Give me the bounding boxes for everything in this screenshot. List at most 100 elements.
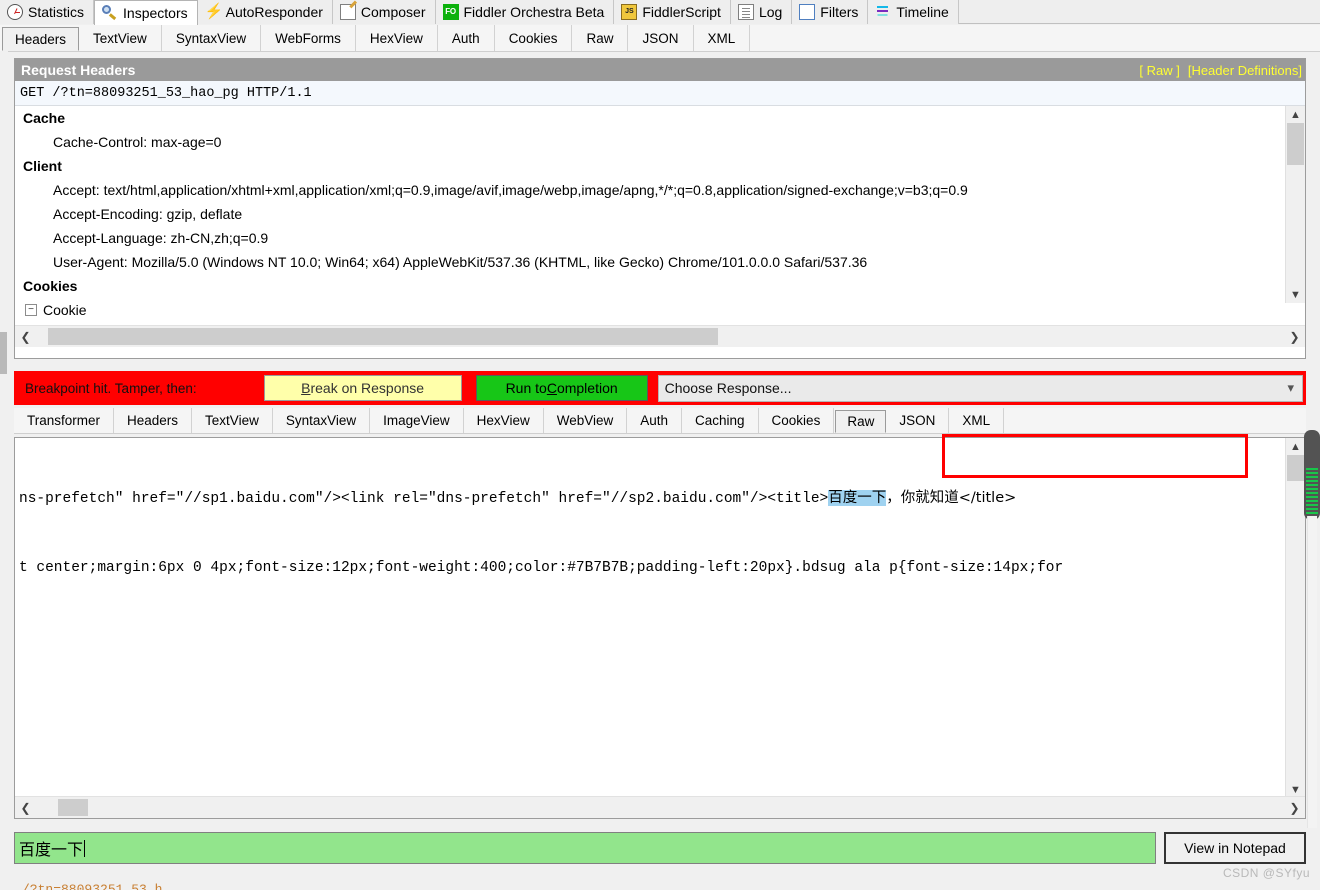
tab-label: Auth (451, 30, 480, 46)
run-to-completion-button[interactable]: Run to Completion (475, 375, 648, 401)
request-tab-hexview[interactable]: HexView (356, 25, 438, 51)
response-tab-hexview[interactable]: HexView (464, 408, 544, 433)
header-cache-control: Cache-Control: max-age=0 (53, 134, 222, 150)
response-vertical-scrollbar[interactable]: ▲ ▼ (1285, 438, 1305, 798)
choose-response-dropdown[interactable]: Choose Response... ▾ (657, 374, 1303, 402)
main-tab-inspectors[interactable]: Inspectors (94, 0, 198, 25)
request-tab-xml[interactable]: XML (694, 25, 751, 51)
main-tab-filters[interactable]: Filters (792, 0, 869, 24)
header-group-cache: Cache (23, 110, 66, 126)
main-tab-autoresponder[interactable]: ⚡ AutoResponder (197, 0, 333, 24)
scroll-right-icon[interactable]: ❯ (1284, 801, 1305, 815)
request-tab-raw[interactable]: Raw (572, 25, 629, 51)
scroll-up-icon[interactable]: ▲ (1286, 438, 1305, 455)
main-tab-fiddler-orchestra[interactable]: FO Fiddler Orchestra Beta (435, 0, 615, 24)
tab-label: Headers (15, 31, 67, 47)
response-tab-raw[interactable]: Raw (835, 410, 887, 433)
response-tab-webview[interactable]: WebView (544, 408, 628, 433)
response-value-input[interactable]: 百度一下 (14, 832, 1156, 864)
response-tab-headers[interactable]: Headers (114, 408, 193, 433)
main-tab-composer[interactable]: Composer (332, 0, 436, 24)
main-tab-strip-filler (958, 0, 1320, 24)
tab-label: WebForms (275, 30, 341, 46)
response-tab-xml[interactable]: XML (949, 408, 1005, 433)
request-tab-auth[interactable]: Auth (438, 25, 495, 51)
response-horizontal-scrollbar[interactable]: ❮ ❯ (15, 796, 1305, 818)
watermark: CSDN @SYfyu (1222, 866, 1310, 880)
outer-scrollbar-track[interactable] (1307, 516, 1317, 828)
scroll-up-icon[interactable]: ▲ (1286, 106, 1305, 123)
response-tab-cookies[interactable]: Cookies (759, 408, 835, 433)
tab-label: Raw (847, 414, 875, 429)
tab-label: Transformer (27, 413, 101, 428)
response-tab-textview[interactable]: TextView (192, 408, 273, 433)
tree-collapse-icon[interactable]: − (25, 304, 37, 316)
scroll-left-icon[interactable]: ❮ (15, 801, 36, 815)
request-hscroll-thumb[interactable] (48, 328, 718, 345)
text-caret (84, 839, 86, 857)
main-tab-log[interactable]: Log (730, 0, 793, 24)
response-tab-syntaxview[interactable]: SyntaxView (273, 408, 371, 433)
main-tab-statistics[interactable]: Statistics (0, 0, 95, 24)
request-tab-textview[interactable]: TextView (79, 25, 162, 51)
response-tab-json[interactable]: JSON (886, 408, 950, 433)
request-scroll-thumb[interactable] (1287, 123, 1304, 165)
request-tab-cookies[interactable]: Cookies (495, 25, 573, 51)
fo-badge-icon: FO (442, 4, 459, 20)
response-hscroll-thumb[interactable] (58, 799, 88, 816)
response-tab-imageview[interactable]: ImageView (370, 408, 464, 433)
request-tab-webforms[interactable]: WebForms (261, 25, 356, 51)
chevron-down-icon[interactable]: ▾ (1287, 380, 1294, 396)
outer-scrollbar-stripes (1306, 468, 1318, 516)
scroll-right-icon[interactable]: ❯ (1284, 330, 1305, 344)
choose-response-value: Choose Response... (664, 380, 792, 396)
tab-label: SyntaxView (285, 413, 357, 428)
raw-link[interactable]: [ Raw ] (1139, 63, 1179, 78)
response-tab-caching[interactable]: Caching (682, 408, 759, 433)
header-definitions-link[interactable]: [Header Definitions] (1188, 63, 1302, 78)
outer-scrollbar-thumb[interactable] (1304, 430, 1320, 520)
response-hscroll-track[interactable] (36, 798, 1284, 817)
magnifier-icon (102, 5, 118, 21)
response-line-1-suffix: ，你就知道</title> (886, 490, 1017, 506)
response-tab-auth[interactable]: Auth (627, 408, 683, 433)
request-horizontal-scrollbar[interactable]: ❮ ❯ (15, 325, 1305, 347)
main-tab-fiddlerscript[interactable]: JS FiddlerScript (614, 0, 731, 24)
request-headers-tree[interactable]: Cache Cache-Control: max-age=0 Client Ac… (15, 106, 1305, 325)
response-raw-editor[interactable]: ns-prefetch" href="//sp1.baidu.com"/><li… (14, 437, 1306, 819)
main-tab-label: Timeline (896, 4, 949, 20)
break-label-rest: reak on Response (310, 380, 425, 396)
request-tab-headers[interactable]: Headers (2, 27, 80, 51)
request-tab-syntaxview[interactable]: SyntaxView (162, 25, 262, 51)
timeline-bars-icon (875, 4, 891, 20)
run-accel-letter: C (546, 380, 557, 396)
break-on-response-button[interactable]: Break on Response (263, 375, 462, 401)
left-gutter-splitter[interactable] (0, 332, 7, 374)
page-title: Request Headers (21, 62, 136, 78)
response-line-1-prefix: ns-prefetch" href="//sp1.baidu.com"/><li… (19, 491, 829, 507)
tab-label: TextView (93, 30, 147, 46)
scroll-down-icon[interactable]: ▼ (1286, 286, 1305, 303)
tab-label: TextView (205, 413, 259, 428)
view-in-notepad-button[interactable]: View in Notepad (1164, 832, 1306, 864)
bottom-strip (0, 870, 1320, 890)
main-tab-label: Composer (360, 4, 426, 20)
scroll-left-icon[interactable]: ❮ (15, 330, 36, 344)
header-accept-encoding: Accept-Encoding: gzip, deflate (53, 206, 243, 222)
header-cookie-node[interactable]: − Cookie (15, 298, 1305, 322)
tab-label: Caching (695, 413, 745, 428)
tamper-edit-bar: 百度一下 View in Notepad (14, 832, 1306, 864)
breakpoint-message: Breakpoint hit. Tamper, then: (25, 380, 197, 396)
selected-title-text[interactable]: 百度一下 (828, 490, 887, 506)
request-tab-json[interactable]: JSON (628, 25, 694, 51)
response-scroll-thumb[interactable] (1287, 455, 1304, 481)
tab-label: SyntaxView (175, 30, 247, 46)
main-tab-label: Inspectors (123, 5, 188, 21)
main-tab-label: AutoResponder (225, 4, 323, 20)
response-raw-text: ns-prefetch" href="//sp1.baidu.com"/><li… (19, 441, 1285, 626)
main-tab-timeline[interactable]: Timeline (868, 0, 959, 24)
request-hscroll-track[interactable] (36, 327, 1284, 346)
response-inspector-tab-strip: Transformer Headers TextView SyntaxView … (14, 408, 1306, 434)
request-vertical-scrollbar[interactable]: ▲ ▼ (1285, 106, 1305, 303)
response-tab-transformer[interactable]: Transformer (14, 408, 115, 433)
